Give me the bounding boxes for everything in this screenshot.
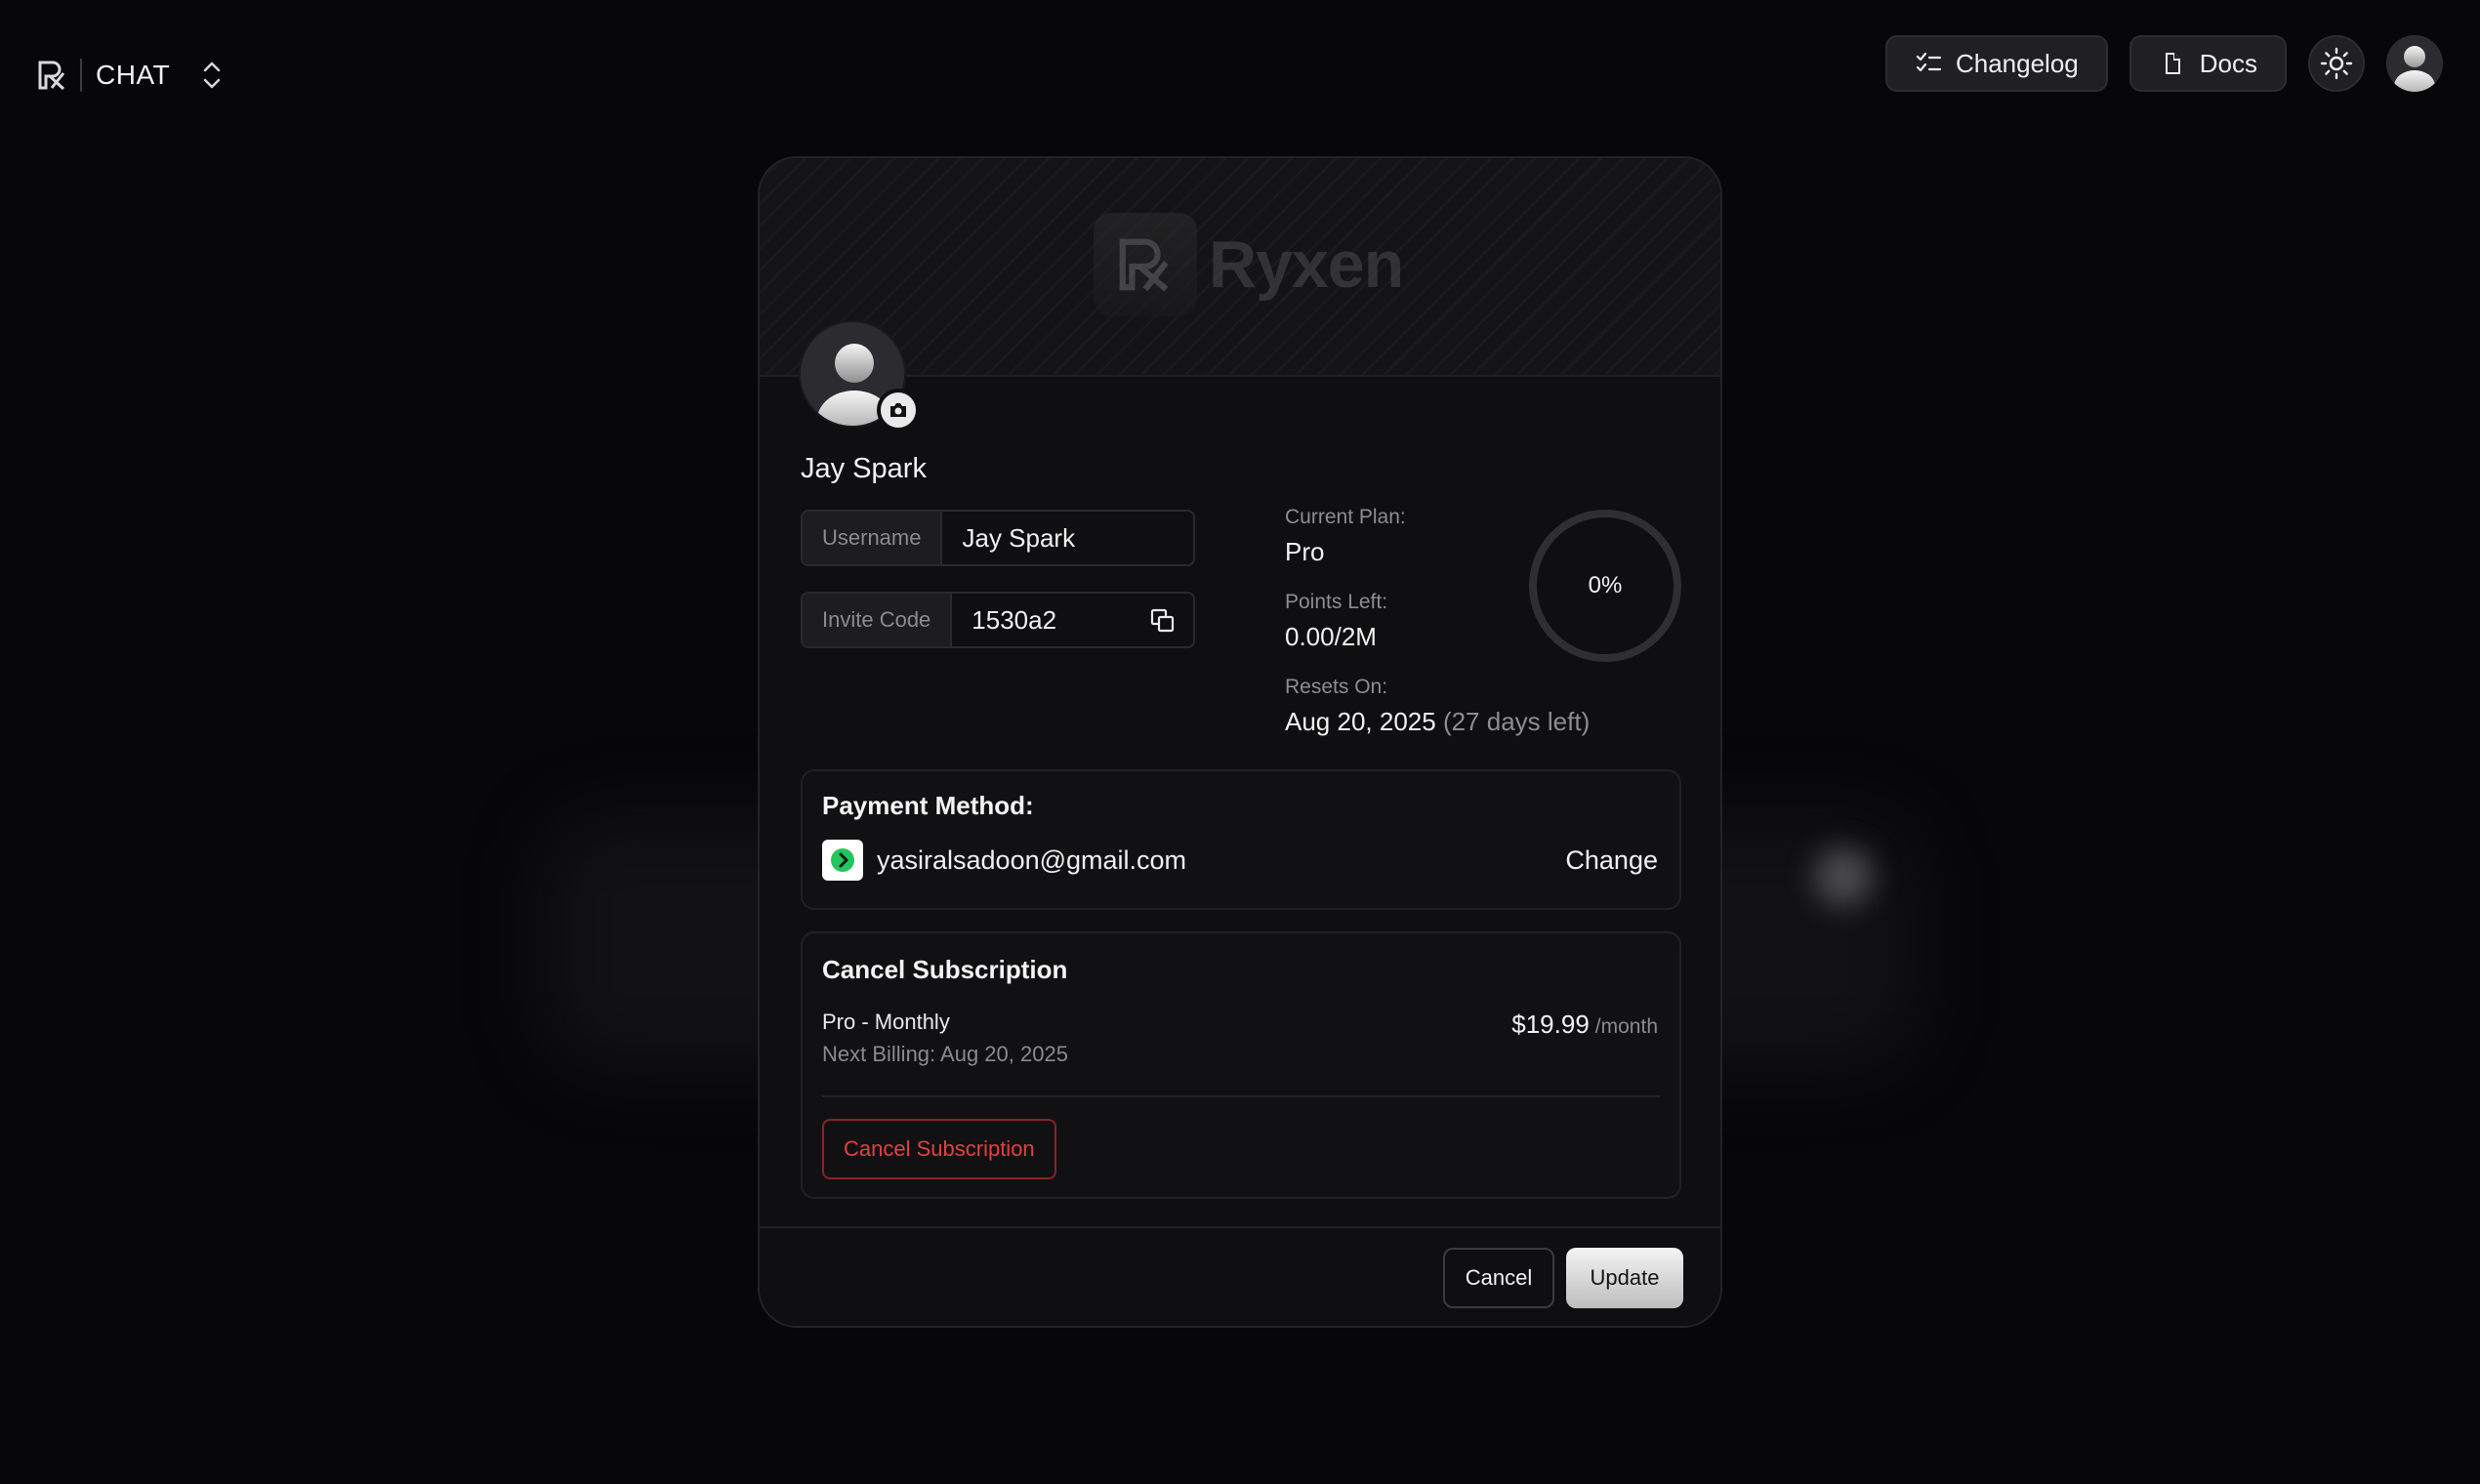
resets-on-value: Aug 20, 2025 (27 days left) — [1285, 707, 1590, 737]
chevron-up-down-icon[interactable] — [201, 59, 223, 92]
cancel-subscription-button[interactable]: Cancel Subscription — [822, 1119, 1056, 1179]
resets-on-label: Resets On: — [1285, 676, 1388, 698]
subscription-plan: Pro - Monthly — [822, 1010, 950, 1034]
theme-toggle-button[interactable] — [2308, 35, 2365, 92]
invite-code-text: 1530a2 — [971, 604, 1057, 635]
docs-button[interactable]: Docs — [2129, 35, 2287, 92]
camera-icon — [890, 403, 906, 417]
change-photo-button[interactable] — [877, 389, 920, 432]
account-avatar[interactable] — [2386, 35, 2443, 92]
price-period: /month — [1594, 1015, 1658, 1038]
invite-code-label: Invite Code — [803, 594, 953, 646]
payment-method-title: Payment Method: — [822, 791, 1034, 820]
profile-display-name: Jay Spark — [801, 453, 927, 484]
change-payment-link[interactable]: Change — [1565, 845, 1658, 876]
modal-banner: Ryxen — [760, 158, 1720, 377]
user-avatar-icon — [2386, 35, 2443, 92]
chevron-right-icon — [831, 848, 854, 872]
username-field: Username Jay Spark — [801, 510, 1195, 566]
resets-remaining: (27 days left) — [1442, 707, 1591, 736]
username-label: Username — [803, 512, 943, 564]
changelog-label: Changelog — [1955, 48, 2079, 78]
subscription-card: Cancel Subscription Pro - Monthly Next B… — [801, 931, 1681, 1199]
banner-logo-mark — [1094, 213, 1197, 316]
usage-progress-text: 0% — [1588, 572, 1623, 598]
invite-code-field: Invite Code 1530a2 — [801, 592, 1195, 648]
next-billing: Next Billing: Aug 20, 2025 — [822, 1042, 1068, 1066]
banner-logo: Ryxen — [1094, 213, 1404, 316]
username-input[interactable]: Jay Spark — [942, 512, 1193, 564]
payment-provider-icon — [822, 840, 863, 881]
price-amount: $19.99 — [1511, 1010, 1590, 1039]
rx-logo-icon — [38, 61, 65, 91]
rx-logo-icon — [1119, 238, 1169, 292]
profile-modal: Ryxen Jay Spark Username Jay Spark Invit… — [758, 156, 1722, 1328]
brand-name: CHAT — [96, 60, 171, 90]
cancel-button[interactable]: Cancel — [1443, 1248, 1554, 1308]
modal-footer-divider — [760, 1226, 1720, 1228]
brand-divider — [80, 59, 82, 92]
background-blur-dot — [1814, 847, 1873, 906]
file-icon — [2165, 53, 2180, 74]
card-divider — [822, 1095, 1660, 1097]
list-checks-icon — [1916, 52, 1942, 72]
banner-brand-name: Ryxen — [1209, 227, 1404, 302]
invite-code-value: 1530a2 — [952, 594, 1193, 646]
top-actions: Changelog Docs — [1884, 35, 2443, 92]
changelog-button[interactable]: Changelog — [1884, 35, 2108, 92]
docs-label: Docs — [2199, 48, 2257, 78]
brand-header[interactable]: CHAT — [37, 55, 223, 96]
subscription-title: Cancel Subscription — [822, 955, 1068, 984]
resets-date: Aug 20, 2025 — [1285, 707, 1436, 736]
payment-method-card: Payment Method: yasiralsadoon@gmail.com … — [801, 769, 1681, 910]
subscription-price: $19.99/month — [1511, 1010, 1658, 1040]
update-button[interactable]: Update — [1566, 1248, 1683, 1308]
payment-email: yasiralsadoon@gmail.com — [877, 845, 1187, 875]
sun-icon — [2320, 47, 2353, 80]
copy-icon[interactable] — [1150, 608, 1176, 634]
